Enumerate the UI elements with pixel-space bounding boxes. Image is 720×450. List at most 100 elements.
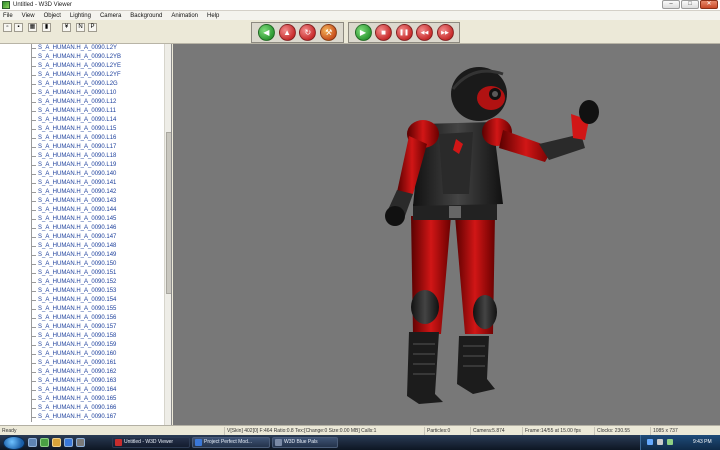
- tree-item[interactable]: S_A_HUMAN.H_A_0090.L2Y: [0, 44, 164, 53]
- scroll-thumb[interactable]: [166, 132, 171, 294]
- tree-item-label: S_A_HUMAN.H_A_0090.157: [38, 324, 117, 330]
- tree-item[interactable]: S_A_HUMAN.H_A_0090.159: [0, 341, 164, 350]
- left-arrow-icon[interactable]: ◀: [257, 24, 275, 41]
- play-icon[interactable]: ▶: [354, 24, 372, 41]
- tree-item[interactable]: S_A_HUMAN.H_A_0090.164: [0, 386, 164, 395]
- tree-connector: [31, 156, 36, 157]
- volume-icon[interactable]: [657, 439, 663, 445]
- tree-item[interactable]: S_A_HUMAN.H_A_0090.147: [0, 233, 164, 242]
- tree-item[interactable]: S_A_HUMAN.H_A_0090.157: [0, 323, 164, 332]
- tree-item-label: S_A_HUMAN.H_A_0090.140: [38, 171, 117, 177]
- tree-item[interactable]: S_A_HUMAN.H_A_0090.143: [0, 197, 164, 206]
- asset-tree[interactable]: S_A_HUMAN.H_A_0090.L2Y S_A_HUMAN.H_A_0090…: [0, 44, 164, 425]
- hierarchy-button[interactable]: ▦: [28, 23, 37, 32]
- fast-forward-icon[interactable]: ▶▶: [436, 24, 454, 41]
- tree-item-label: S_A_HUMAN.H_A_0090.154: [38, 297, 117, 303]
- taskbar-item-pals[interactable]: W3D Blue Pals: [272, 437, 338, 448]
- up-arrow-icon[interactable]: ▲: [278, 24, 296, 41]
- tree-item[interactable]: S_A_HUMAN.H_A_0090.L2G: [0, 80, 164, 89]
- tree-item[interactable]: S_A_HUMAN.H_A_0090.152: [0, 278, 164, 287]
- pause-icon[interactable]: ❚❚: [395, 24, 413, 41]
- emitter-button[interactable]: ▮: [42, 23, 51, 32]
- open-button[interactable]: ▪: [14, 23, 23, 32]
- n-button[interactable]: N: [76, 23, 85, 32]
- tree-item-label: S_A_HUMAN.H_A_0090.L12: [38, 99, 117, 105]
- quicklaunch-icon[interactable]: [52, 438, 61, 447]
- menu-file[interactable]: File: [3, 13, 13, 19]
- tree-item[interactable]: S_A_HUMAN.H_A_0090.165: [0, 395, 164, 404]
- tree-item[interactable]: S_A_HUMAN.H_A_0090.167: [0, 413, 164, 422]
- tree-item[interactable]: S_A_HUMAN.H_A_0090.146: [0, 224, 164, 233]
- tree-item-label: S_A_HUMAN.H_A_0090.L11: [38, 108, 116, 114]
- tree-item[interactable]: S_A_HUMAN.H_A_0090.L18: [0, 152, 164, 161]
- rotate-icon[interactable]: ↻: [299, 24, 317, 41]
- tree-item[interactable]: S_A_HUMAN.H_A_0090.154: [0, 296, 164, 305]
- menu-camera[interactable]: Camera: [100, 13, 121, 19]
- tree-item[interactable]: S_A_HUMAN.H_A_0090.160: [0, 350, 164, 359]
- tree-item[interactable]: S_A_HUMAN.H_A_0090.L2YF: [0, 71, 164, 80]
- tree-connector: [31, 399, 36, 400]
- tree-item[interactable]: S_A_HUMAN.H_A_0090.153: [0, 287, 164, 296]
- quicklaunch-icon[interactable]: [40, 438, 49, 447]
- hammer-icon[interactable]: ⚒: [320, 24, 338, 41]
- tree-item[interactable]: S_A_HUMAN.H_A_0090.151: [0, 269, 164, 278]
- network-icon[interactable]: [647, 439, 653, 445]
- rewind-icon[interactable]: ◀◀: [416, 24, 433, 41]
- tree-item[interactable]: S_A_HUMAN.H_A_0090.L2YE: [0, 62, 164, 71]
- clock[interactable]: 9:43 PM: [693, 435, 712, 450]
- tree-item[interactable]: S_A_HUMAN.H_A_0090.144: [0, 206, 164, 215]
- tree-item[interactable]: S_A_HUMAN.H_A_0090.150: [0, 260, 164, 269]
- tree-item[interactable]: S_A_HUMAN.H_A_0090.166: [0, 404, 164, 413]
- taskbar-item-browser[interactable]: Project Perfect Mod...: [192, 437, 270, 448]
- tree-scrollbar[interactable]: [164, 44, 171, 425]
- 3d-viewport[interactable]: [173, 44, 720, 425]
- tree-connector: [31, 309, 36, 310]
- menu-background[interactable]: Background: [130, 13, 162, 19]
- tree-item[interactable]: S_A_HUMAN.H_A_0090.148: [0, 242, 164, 251]
- menu-lighting[interactable]: Lighting: [70, 13, 91, 19]
- start-button[interactable]: [3, 435, 25, 450]
- quicklaunch-icon[interactable]: [64, 438, 73, 447]
- tree-item-label: S_A_HUMAN.H_A_0090.151: [38, 270, 117, 276]
- tree-item[interactable]: S_A_HUMAN.H_A_0090.L17: [0, 143, 164, 152]
- tree-item[interactable]: S_A_HUMAN.H_A_0090.149: [0, 251, 164, 260]
- tree-item[interactable]: S_A_HUMAN.H_A_0090.163: [0, 377, 164, 386]
- tree-item[interactable]: S_A_HUMAN.H_A_0090.156: [0, 314, 164, 323]
- tree-item[interactable]: S_A_HUMAN.H_A_0090.141: [0, 179, 164, 188]
- p-button[interactable]: P: [88, 23, 97, 32]
- tree-item[interactable]: S_A_HUMAN.H_A_0090.158: [0, 332, 164, 341]
- close-button[interactable]: ✕: [700, 0, 718, 9]
- tree-item[interactable]: S_A_HUMAN.H_A_0090.140: [0, 170, 164, 179]
- tree-item[interactable]: S_A_HUMAN.H_A_0090.L16: [0, 134, 164, 143]
- tree-connector: [31, 210, 36, 211]
- new-button[interactable]: ▫: [3, 23, 12, 32]
- tree-item[interactable]: S_A_HUMAN.H_A_0090.145: [0, 215, 164, 224]
- quicklaunch-icon[interactable]: [76, 438, 85, 447]
- stop-icon[interactable]: ■: [375, 24, 392, 41]
- tree-item[interactable]: S_A_HUMAN.H_A_0090.L2YB: [0, 53, 164, 62]
- tree-item[interactable]: S_A_HUMAN.H_A_0090.162: [0, 368, 164, 377]
- tree-item[interactable]: S_A_HUMAN.H_A_0090.L10: [0, 89, 164, 98]
- tree-item-label: S_A_HUMAN.H_A_0090.156: [38, 315, 117, 321]
- quicklaunch-icon[interactable]: [28, 438, 37, 447]
- taskbar-item-w3d-viewer[interactable]: Untitled - W3D Viewer: [112, 437, 190, 448]
- menu-help[interactable]: Help: [207, 13, 219, 19]
- menu-view[interactable]: View: [22, 13, 35, 19]
- tree-item[interactable]: S_A_HUMAN.H_A_0090.L12: [0, 98, 164, 107]
- tree-item[interactable]: S_A_HUMAN.H_A_0090.161: [0, 359, 164, 368]
- tree-item-label: S_A_HUMAN.H_A_0090.L17: [38, 144, 117, 150]
- maximize-button[interactable]: □: [681, 0, 699, 9]
- tree-item-label: S_A_HUMAN.H_A_0090.166: [38, 405, 117, 411]
- tree-item-label: S_A_HUMAN.H_A_0090.L2Y: [38, 45, 118, 51]
- tree-item[interactable]: S_A_HUMAN.H_A_0090.142: [0, 188, 164, 197]
- tree-item[interactable]: S_A_HUMAN.H_A_0090.L19: [0, 161, 164, 170]
- security-icon[interactable]: [667, 439, 673, 445]
- menu-animation[interactable]: Animation: [171, 13, 198, 19]
- minimize-button[interactable]: –: [662, 0, 680, 9]
- menu-object[interactable]: Object: [44, 13, 61, 19]
- yen-button[interactable]: ¥: [62, 23, 71, 32]
- tree-item[interactable]: S_A_HUMAN.H_A_0090.L11: [0, 107, 164, 116]
- tree-item[interactable]: S_A_HUMAN.H_A_0090.L15: [0, 125, 164, 134]
- tree-item[interactable]: S_A_HUMAN.H_A_0090.L14: [0, 116, 164, 125]
- tree-item[interactable]: S_A_HUMAN.H_A_0090.155: [0, 305, 164, 314]
